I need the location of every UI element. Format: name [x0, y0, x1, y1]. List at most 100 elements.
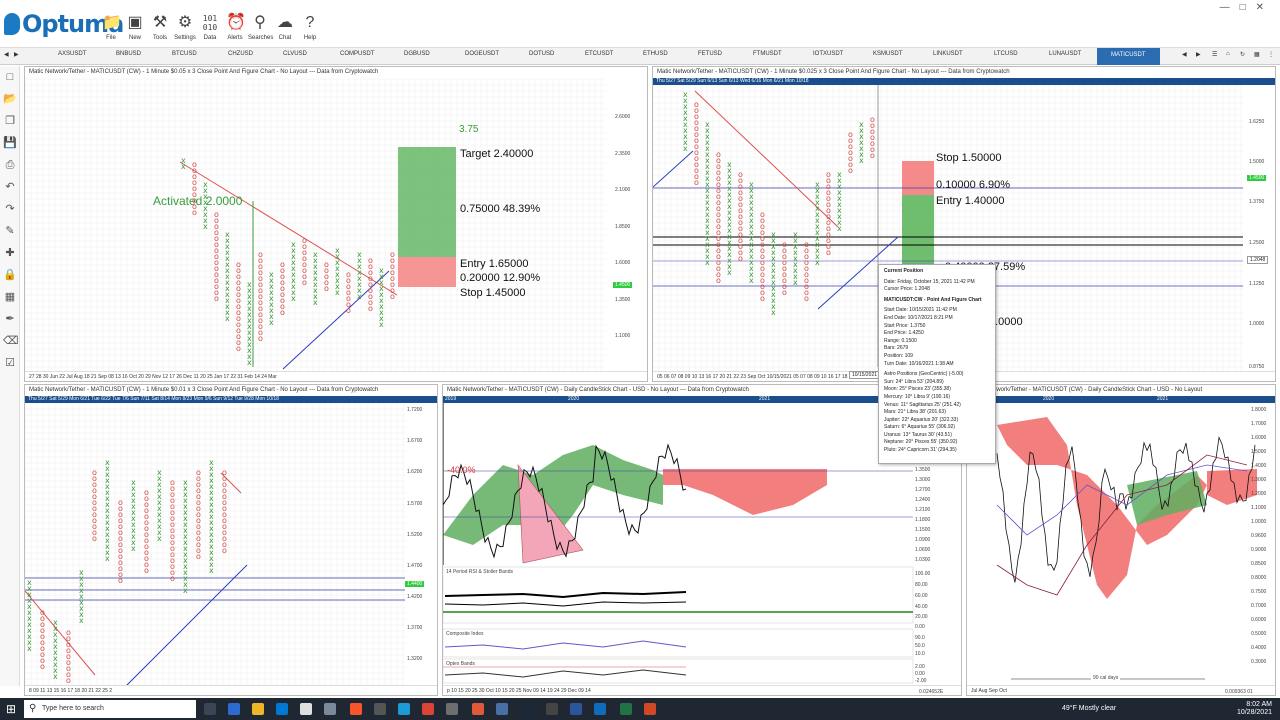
app-icon[interactable]	[644, 703, 656, 715]
tab-compusdt[interactable]: COMPUSDT	[340, 51, 374, 57]
tab-ltcusd[interactable]: LTCUSD	[994, 51, 1018, 57]
pf-x-mark: x	[27, 644, 32, 653]
zoom-app-icon[interactable]	[496, 703, 508, 715]
brave-app-icon[interactable]	[350, 703, 362, 715]
edge-app-icon[interactable]	[228, 703, 240, 715]
ytick: 1.0900	[915, 537, 931, 543]
app-icon[interactable]	[472, 703, 484, 715]
tab-refresh-icon[interactable]: ↻	[1240, 51, 1245, 58]
optuma-app-icon[interactable]	[398, 703, 410, 715]
tab-ftmusdt[interactable]: FTMUSDT	[753, 51, 782, 57]
open-icon[interactable]: 📂	[3, 92, 17, 106]
ytick: 1.1800	[915, 517, 931, 523]
lock-icon[interactable]: 🔒	[3, 268, 17, 282]
tab-forward-icon[interactable]: ▶	[14, 51, 19, 58]
tab-scroll-right-icon[interactable]: ▶	[1196, 51, 1201, 58]
candle-chart-p5[interactable]	[967, 385, 1276, 696]
tab-axsusdt[interactable]: AXSUSDT	[58, 51, 86, 57]
p4-composite-tick: 90.0	[915, 635, 925, 641]
help-button[interactable]: ? Help	[298, 14, 322, 41]
searches-button[interactable]: ⚲ Searches	[248, 14, 273, 41]
app-icon[interactable]	[300, 703, 312, 715]
pen-icon[interactable]: ✒	[3, 312, 17, 326]
tab-bnbusd[interactable]: BNBUSD	[116, 51, 141, 57]
print-icon[interactable]: ⎙	[3, 158, 17, 172]
store-app-icon[interactable]	[276, 703, 288, 715]
ytick: 0.3000	[1251, 659, 1267, 665]
tab-iotxusdt[interactable]: IOTXUSDT	[813, 51, 843, 57]
expand-icon[interactable]: □	[3, 70, 17, 84]
tab-dotusd[interactable]: DOTUSD	[529, 51, 554, 57]
tab-back-icon[interactable]: ◀	[4, 51, 9, 58]
tools-icon: ⚒	[152, 14, 168, 31]
tab-etcusdt[interactable]: ETCUSDT	[585, 51, 613, 57]
pf-chart-p1[interactable]: xx oooooooooxxxxxxxxoooooooooooooooxxxxxx…	[25, 67, 648, 382]
tab-scroll-left-icon[interactable]: ◀	[1182, 51, 1187, 58]
settings-button[interactable]: ⚙ Settings	[173, 14, 197, 41]
undo-icon[interactable]: ↶	[3, 180, 17, 194]
chat-button[interactable]: ☁ Chat	[273, 14, 297, 41]
tools-button[interactable]: ⚒ Tools	[148, 14, 172, 41]
tab-ethusd[interactable]: ETHUSD	[643, 51, 668, 57]
tooltip-title: Current Position	[884, 268, 924, 274]
tab-ksmusdt[interactable]: KSMUSDT	[873, 51, 902, 57]
app-icon[interactable]	[594, 703, 606, 715]
logo-mark-icon	[4, 13, 20, 35]
save-icon[interactable]: 💾	[3, 136, 17, 150]
ytick: 1.2400	[915, 497, 931, 503]
crosshair-icon[interactable]: ✚	[3, 246, 17, 260]
tab-lunausdt[interactable]: LUNAUSDT	[1049, 51, 1081, 57]
current-position-tooltip: Current Position Date: Friday, October 1…	[878, 264, 996, 464]
new-button[interactable]: ▣ New	[123, 14, 147, 41]
app-icon[interactable]	[446, 703, 458, 715]
tab-fetusd[interactable]: FETUSD	[698, 51, 722, 57]
tab-linkusdt[interactable]: LINKUSDT	[933, 51, 963, 57]
p1-ytick: 1.6000	[615, 260, 631, 266]
tooltip-chart: MATICUSDT:CW - Point And Figure Chart	[884, 296, 982, 303]
tab-list-icon[interactable]: ☰	[1212, 51, 1217, 58]
app-icon[interactable]	[324, 703, 336, 715]
draw-tool-icon[interactable]: ✎	[3, 224, 17, 238]
p4-rsi-title: 14 Period RSI & Stoller Bands	[446, 569, 513, 575]
pane-pf-001[interactable]: xxxxxxxxxxxxooooooooooxxxxxxxxxxoooooooo…	[24, 384, 438, 696]
checklist-icon[interactable]: ☑	[3, 356, 17, 370]
tab-clvusd[interactable]: CLVUSD	[283, 51, 307, 57]
pane-candles-daily-2[interactable]: Matic Network/Tether - MATICUSDT (CW) - …	[966, 384, 1276, 696]
task-view-icon[interactable]	[204, 703, 216, 715]
app-icon[interactable]	[546, 703, 558, 715]
tab-maticusdt[interactable]: MATICUSDT	[1097, 48, 1160, 65]
tab-more-icon[interactable]: ⋮	[1268, 51, 1274, 58]
pf-chart-p3[interactable]: xxxxxxxxxxxxooooooooooxxxxxxxxxxoooooooo…	[25, 385, 438, 696]
taskbar-weather[interactable]: 49°F Mostly clear	[1062, 705, 1116, 712]
file-button[interactable]: 📁 File	[99, 14, 123, 41]
eraser-icon[interactable]: ⌫	[3, 334, 19, 348]
grid-icon[interactable]: ▦	[3, 290, 17, 304]
pf-x-mark: x	[683, 144, 688, 153]
pane-pf-005[interactable]: xxoooooooooxxxxxxxxoooooooooooooooxxxxxx…	[24, 66, 648, 382]
tab-dogeusdt[interactable]: DOGEUSDT	[465, 51, 499, 57]
redo-icon[interactable]: ↷	[3, 202, 17, 216]
data-button[interactable]: 101 010 Data	[198, 14, 222, 41]
excel-app-icon[interactable]	[620, 703, 632, 715]
taskbar-search-input[interactable]: ⚲ Type here to search	[24, 700, 196, 718]
tab-btcusd[interactable]: BTCUSD	[172, 51, 197, 57]
copy-icon[interactable]: ❐	[3, 114, 17, 128]
tab-chzusd[interactable]: CHZUSD	[228, 51, 253, 57]
pf-o-mark: o	[848, 166, 853, 175]
tab-dgbusd[interactable]: DGBUSD	[404, 51, 430, 57]
taskbar-clock[interactable]: 8:02 AM 10/28/2021	[1237, 701, 1272, 717]
p2-price-badge: 1.4500	[1247, 175, 1267, 181]
drawing-sidebar: □ 📂 ❐ 💾 ⎙ ↶ ↷ ✎ ✚ 🔒 ▦ ✒ ⌫ ☑	[0, 66, 20, 686]
steam-app-icon[interactable]	[520, 703, 532, 715]
explorer-app-icon[interactable]	[252, 703, 264, 715]
alerts-button[interactable]: ⏰ Alerts	[223, 14, 247, 41]
pf-o-mark: o	[346, 306, 351, 315]
p4-rsi-tick: 0.00	[915, 624, 925, 630]
tab-layout-icon[interactable]: ▦	[1254, 51, 1260, 58]
window-controls[interactable]: —□✕	[1220, 2, 1274, 13]
word-app-icon[interactable]	[570, 703, 582, 715]
chrome-app-icon[interactable]	[422, 703, 434, 715]
app-icon[interactable]	[374, 703, 386, 715]
windows-start-icon[interactable]: ⊞	[6, 702, 20, 716]
tab-home-icon[interactable]: ⌂	[1226, 51, 1230, 57]
